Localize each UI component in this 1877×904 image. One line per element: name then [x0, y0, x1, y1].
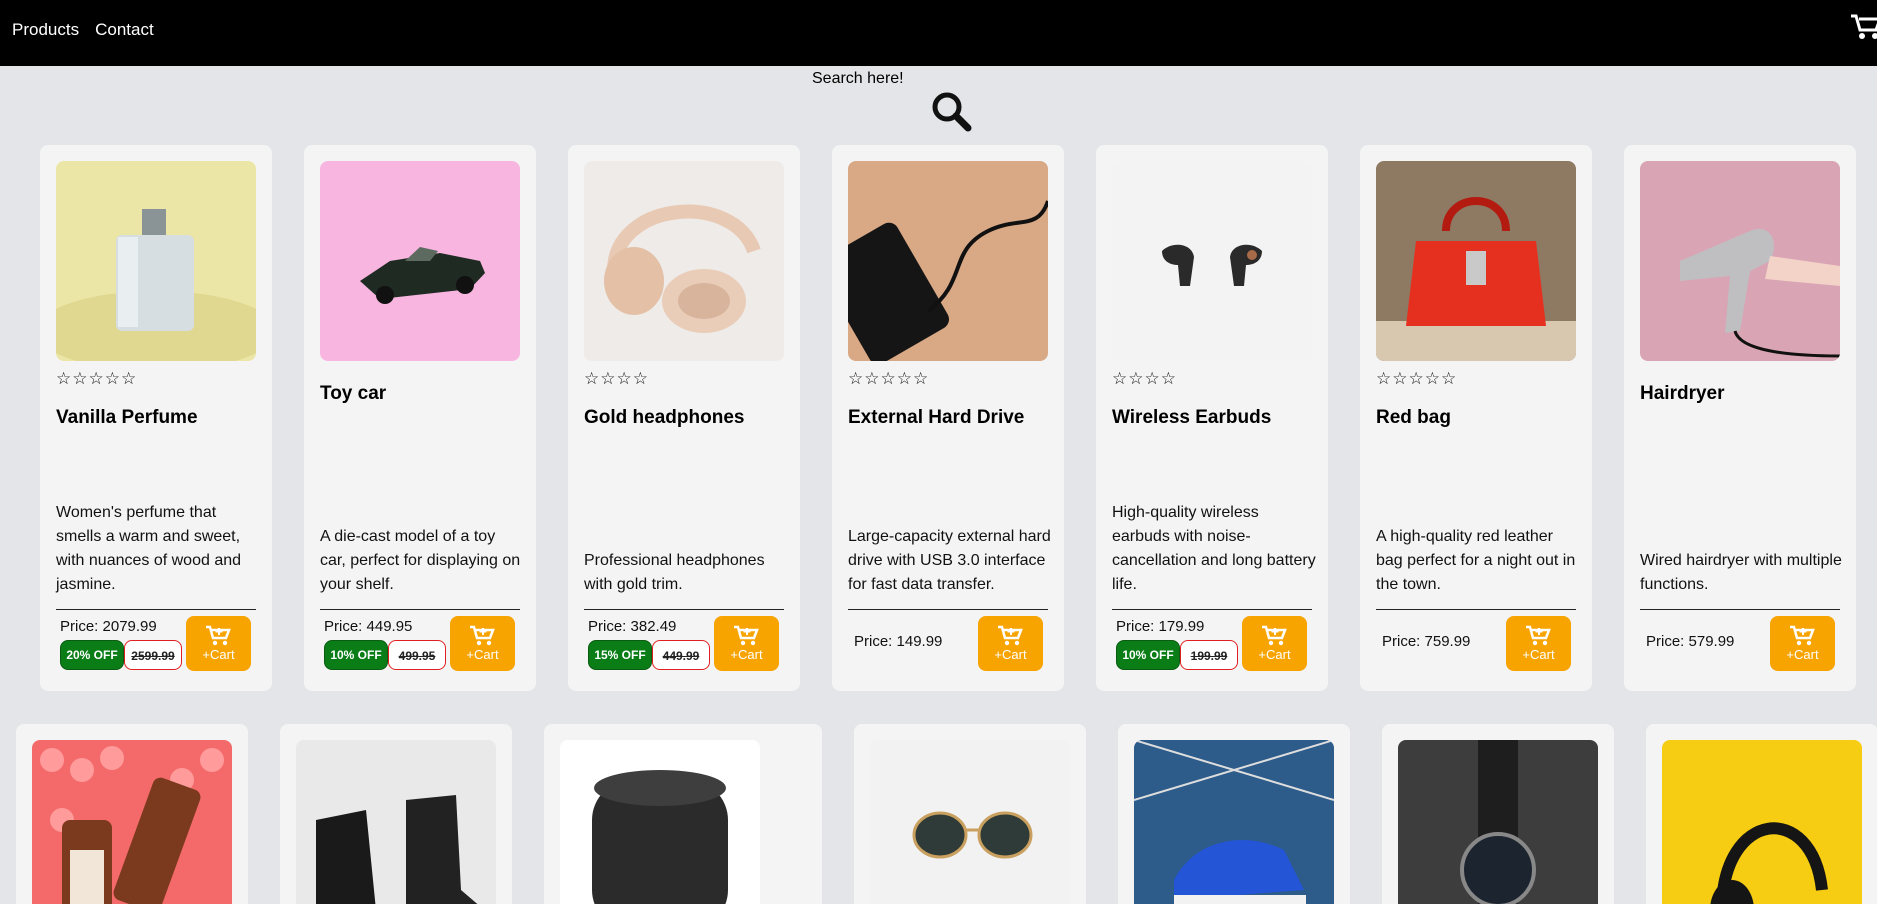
headphones-image: [584, 161, 784, 361]
nav-contact-link[interactable]: Contact: [95, 20, 154, 40]
product-price: Price: 2079.99: [60, 618, 157, 635]
product-card: [1382, 724, 1614, 904]
hairdryer-image: [1640, 161, 1840, 361]
cart-icon: [1261, 625, 1287, 646]
divider: [1376, 609, 1576, 610]
product-card: ☆☆☆☆ Gold headphones Professional headph…: [568, 145, 800, 691]
rating-stars: ☆☆☆☆☆: [56, 369, 138, 389]
product-card: [280, 724, 512, 904]
product-card: [544, 724, 822, 904]
cart-icon: [469, 625, 495, 646]
old-price: 449.99: [652, 640, 710, 670]
old-price: 2599.99: [124, 640, 182, 670]
divider: [848, 609, 1048, 610]
product-description: Large-capacity external hard drive with …: [848, 528, 1051, 593]
cart-icon: [1525, 625, 1551, 646]
search-icon[interactable]: [930, 90, 972, 132]
add-to-cart-button[interactable]: +Cart: [1242, 616, 1307, 671]
product-card: ☆☆☆☆☆ External Hard Drive Large-capacity…: [832, 145, 1064, 691]
product-description: A high-quality red leather bag perfect f…: [1376, 528, 1576, 593]
product-title: Gold headphones: [584, 407, 745, 428]
product-price: Price: 382.49: [588, 618, 677, 635]
rating-stars: ☆☆☆☆: [584, 369, 649, 389]
add-to-cart-label: +Cart: [730, 647, 763, 662]
product-card: [854, 724, 1086, 904]
product-card: Toy car A die-cast model of a toy car, p…: [304, 145, 536, 691]
cart-icon: [1789, 625, 1815, 646]
discount-badge: 20% OFF: [60, 640, 124, 670]
add-to-cart-label: +Cart: [994, 647, 1027, 662]
sunglasses-image: [870, 740, 1070, 904]
black-headphones-image: [1662, 740, 1862, 904]
product-title: Hairdryer: [1640, 383, 1725, 404]
watch-image: [1398, 740, 1598, 904]
product-description: Women's perfume that smells a warm and s…: [56, 504, 242, 593]
add-to-cart-label: +Cart: [1258, 647, 1291, 662]
top-nav-bar: Products Contact: [0, 0, 1877, 66]
product-price: Price: 579.99: [1646, 633, 1735, 650]
product-description: Professional headphones with gold trim.: [584, 552, 765, 593]
product-card: [1646, 724, 1877, 904]
add-to-cart-button[interactable]: +Cart: [714, 616, 779, 671]
perfume-image: [56, 161, 256, 361]
product-card: [16, 724, 248, 904]
add-to-cart-button[interactable]: +Cart: [978, 616, 1043, 671]
cart-icon: [205, 625, 231, 646]
product-description: A die-cast model of a toy car, perfect f…: [320, 528, 521, 593]
product-price: Price: 179.99: [1116, 618, 1205, 635]
rating-stars: ☆☆☆☆☆: [1376, 369, 1458, 389]
rating-stars: ☆☆☆☆☆: [848, 369, 930, 389]
discount-badge: 10% OFF: [1116, 640, 1180, 670]
product-title: Wireless Earbuds: [1112, 407, 1272, 428]
boots-image: [296, 740, 496, 904]
sneaker-image: [1134, 740, 1334, 904]
search-label: Search here!: [812, 70, 904, 87]
product-card: ☆☆☆☆☆ Red bag A high-quality red leather…: [1360, 145, 1592, 691]
discount-badge: 15% OFF: [588, 640, 652, 670]
product-description: High-quality wireless earbuds with noise…: [1112, 504, 1316, 593]
toy-car-image: [320, 161, 520, 361]
nav-links: Products Contact: [12, 20, 154, 40]
divider: [1112, 609, 1312, 610]
add-to-cart-label: +Cart: [1786, 647, 1819, 662]
add-to-cart-button[interactable]: +Cart: [1506, 616, 1571, 671]
divider: [1640, 609, 1840, 610]
add-to-cart-label: +Cart: [466, 647, 499, 662]
old-price: 499.95: [388, 640, 446, 670]
product-title: Red bag: [1376, 407, 1451, 428]
product-card: ☆☆☆☆ Wireless Earbuds High-quality wirel…: [1096, 145, 1328, 691]
product-title: External Hard Drive: [848, 407, 1025, 428]
speaker-image: [560, 740, 760, 904]
discount-badge: 10% OFF: [324, 640, 388, 670]
earbuds-image: [1112, 161, 1312, 361]
cart-icon: [733, 625, 759, 646]
nav-products-link[interactable]: Products: [12, 20, 79, 40]
divider: [320, 609, 520, 610]
serum-image: [32, 740, 232, 904]
hard-drive-image: [848, 161, 1048, 361]
product-description: Wired hairdryer with multiple functions.: [1640, 552, 1842, 593]
product-card: [1118, 724, 1350, 904]
add-to-cart-button[interactable]: +Cart: [1770, 616, 1835, 671]
cart-icon[interactable]: [1849, 12, 1877, 42]
product-title: Toy car: [320, 383, 387, 404]
cart-icon: [997, 625, 1023, 646]
product-card: ☆☆☆☆☆ Vanilla Perfume Women's perfume th…: [40, 145, 272, 691]
add-to-cart-label: +Cart: [202, 647, 235, 662]
product-title: Vanilla Perfume: [56, 407, 198, 428]
product-price: Price: 149.99: [854, 633, 943, 650]
add-to-cart-button[interactable]: +Cart: [450, 616, 515, 671]
add-to-cart-label: +Cart: [1522, 647, 1555, 662]
divider: [584, 609, 784, 610]
product-card: Hairdryer Wired hairdryer with multiple …: [1624, 145, 1856, 691]
old-price: 199.99: [1180, 640, 1238, 670]
red-bag-image: [1376, 161, 1576, 361]
rating-stars: ☆☆☆☆: [1112, 369, 1177, 389]
divider: [56, 609, 256, 610]
add-to-cart-button[interactable]: +Cart: [186, 616, 251, 671]
product-price: Price: 759.99: [1382, 633, 1471, 650]
product-price: Price: 449.95: [324, 618, 413, 635]
